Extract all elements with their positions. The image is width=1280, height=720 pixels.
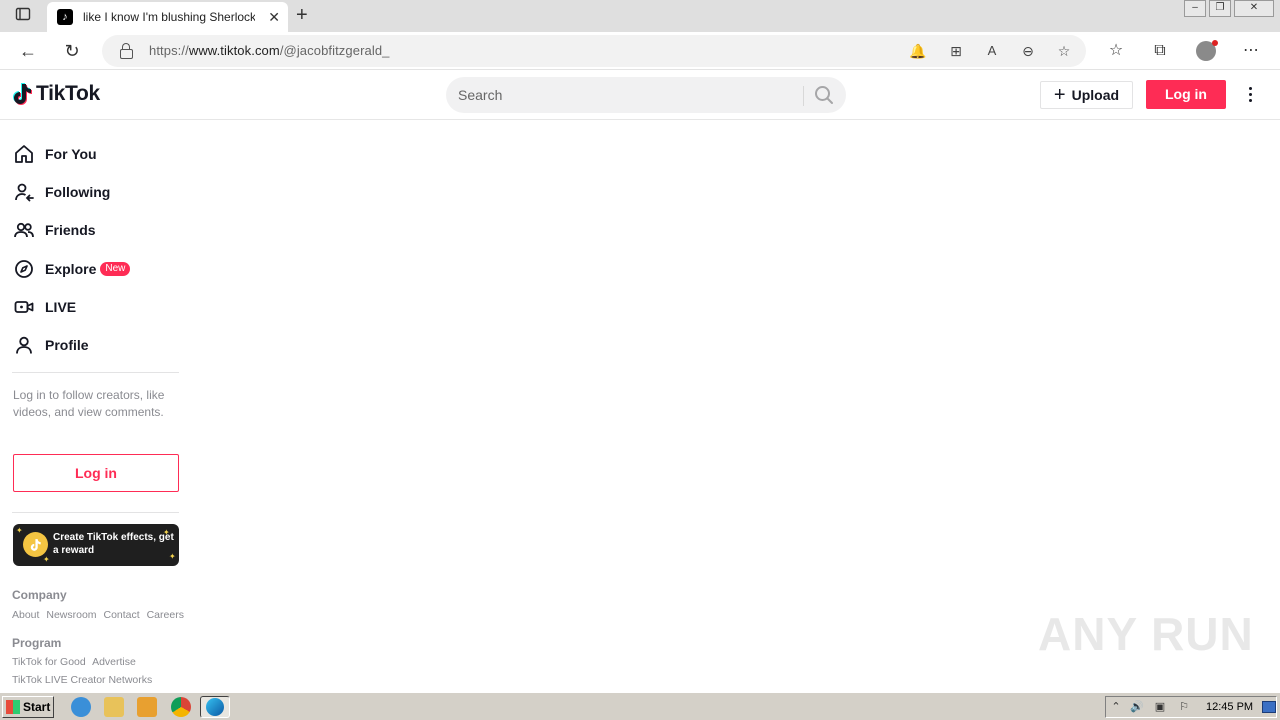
profile-icon (12, 333, 36, 357)
tab-title: like I know I'm blushing Sherlock (83, 10, 255, 24)
upload-button[interactable]: + Upload (1040, 81, 1133, 109)
sidebar-login-button[interactable]: Log in (13, 454, 179, 492)
profile-status-dot (1212, 40, 1218, 46)
refresh-icon[interactable]: ↻ (61, 40, 83, 62)
footer-link-careers[interactable]: Careers (147, 609, 184, 621)
windows-flag-icon (6, 700, 20, 714)
windows-taskbar: Start ⌃ 🔊 ▣ ⚐ 12:45 PM (0, 692, 1280, 720)
media-player-icon[interactable] (137, 697, 157, 717)
notification-blocked-icon[interactable]: 🔔 (909, 42, 927, 60)
live-video-icon (12, 295, 36, 319)
effects-banner-text: Create TikTok effects, get a reward (53, 532, 174, 556)
volume-icon[interactable]: 🔊 (1130, 700, 1144, 714)
start-button[interactable]: Start (2, 696, 54, 718)
create-effects-banner[interactable]: ✦ ✦ ✦ ✦ Create TikTok effects, get a rew… (13, 524, 179, 566)
sidebar-item-label: Profile (45, 337, 89, 353)
internet-explorer-icon[interactable] (71, 697, 91, 717)
new-badge: New (100, 262, 131, 276)
sidebar-item-explore[interactable]: Explore New (12, 254, 131, 284)
footer-program-links-2: TikTok LIVE Creator Networks (12, 674, 156, 686)
footer-company-heading[interactable]: Company (12, 588, 67, 602)
action-center-flag-icon[interactable]: ⚐ (1177, 700, 1191, 714)
footer-company-links: About Newsroom Contact Careers (12, 609, 188, 621)
system-tray: ⌃ 🔊 ▣ ⚐ 12:45 PM (1105, 696, 1277, 718)
footer-link-live-creator-networks[interactable]: TikTok LIVE Creator Networks (12, 674, 152, 686)
tiktok-note-icon (13, 82, 33, 106)
plus-icon: + (1053, 84, 1066, 106)
tiktok-coin-icon (23, 532, 48, 557)
tiktok-logo[interactable]: TikTok (13, 82, 100, 106)
search-input[interactable] (458, 77, 798, 113)
browser-menu-icon[interactable]: ⋯ (1240, 40, 1262, 62)
sidebar-item-label: LIVE (45, 299, 77, 315)
sidebar-divider (12, 372, 179, 373)
edge-taskbar-button[interactable] (200, 696, 230, 718)
logo-text: TikTok (36, 82, 100, 105)
sidebar-item-profile[interactable]: Profile (12, 330, 89, 360)
lock-icon[interactable] (120, 43, 133, 59)
edge-icon (206, 698, 224, 716)
show-desktop-icon[interactable] (1262, 701, 1276, 713)
read-aloud-icon[interactable]: A (983, 42, 1001, 60)
add-favorite-icon[interactable]: ☆ (1055, 42, 1073, 60)
footer-link-contact[interactable]: Contact (103, 609, 139, 621)
friends-icon (12, 218, 36, 242)
sidebar-item-label: Friends (45, 222, 96, 238)
chrome-icon[interactable] (171, 697, 191, 717)
header-login-button[interactable]: Log in (1146, 80, 1226, 109)
favorites-icon[interactable]: ☆ (1105, 40, 1127, 62)
more-options-icon[interactable] (1243, 84, 1257, 106)
browser-tab-active[interactable]: ♪ like I know I'm blushing Sherlock ✕ (47, 2, 288, 32)
following-icon (12, 180, 36, 204)
footer-link-about[interactable]: About (12, 609, 39, 621)
new-tab-icon[interactable]: + (296, 5, 308, 25)
footer-program-heading[interactable]: Program (12, 636, 61, 650)
home-icon (12, 142, 36, 166)
address-bar[interactable]: https://www.tiktok.com/@jacobfitzgerald_… (102, 35, 1086, 67)
sidebar: For You Following Friends Explore New LI… (0, 121, 190, 692)
close-window-button[interactable]: ✕ (1234, 0, 1274, 17)
upload-label: Upload (1071, 87, 1120, 103)
footer-program-links: TikTok for Good Advertise (12, 656, 140, 668)
back-icon[interactable]: ← (17, 40, 39, 62)
zoom-out-icon[interactable]: ⊖ (1019, 42, 1037, 60)
search-icon[interactable] (812, 83, 836, 107)
sparkle-icon: ✦ (16, 526, 23, 535)
anyrun-watermark: ANY RUN (1038, 608, 1254, 660)
file-explorer-icon[interactable] (104, 697, 124, 717)
tab-close-icon[interactable]: ✕ (268, 9, 280, 26)
footer-link-tiktok-for-good[interactable]: TikTok for Good (12, 656, 86, 668)
restore-window-button[interactable]: ❐ (1209, 0, 1231, 17)
sidebar-item-friends[interactable]: Friends (12, 215, 96, 245)
start-label: Start (23, 700, 51, 714)
login-hint-text: Log in to follow creators, like videos, … (13, 388, 165, 419)
compass-icon (12, 257, 36, 281)
footer-link-newsroom[interactable]: Newsroom (46, 609, 96, 621)
taskbar-clock[interactable]: 12:45 PM (1206, 701, 1253, 713)
footer-link-advertise[interactable]: Advertise (92, 656, 136, 668)
search-box (446, 77, 846, 113)
network-icon[interactable]: ▣ (1153, 700, 1167, 714)
browser-tab-strip: ♪ like I know I'm blushing Sherlock ✕ + … (0, 0, 1280, 32)
browser-toolbar: ← ↻ https://www.tiktok.com/@jacobfitzger… (0, 32, 1280, 70)
search-divider (803, 86, 804, 106)
minimize-window-button[interactable]: – (1184, 0, 1206, 17)
sidebar-item-for-you[interactable]: For You (12, 139, 97, 169)
url-text[interactable]: https://www.tiktok.com/@jacobfitzgerald_ (149, 43, 389, 58)
sidebar-item-label: For You (45, 146, 97, 162)
tiktok-header: TikTok + Upload Log in (0, 70, 1280, 120)
tab-actions-icon[interactable] (14, 6, 32, 24)
sparkle-icon: ✦ (43, 555, 50, 564)
sidebar-item-label: Explore (45, 261, 97, 277)
tiktok-favicon-icon: ♪ (57, 9, 73, 25)
sidebar-divider (12, 512, 179, 513)
app-available-icon[interactable]: ⊞ (947, 42, 965, 60)
show-hidden-icons-icon[interactable]: ⌃ (1109, 700, 1123, 714)
sidebar-item-following[interactable]: Following (12, 177, 110, 207)
collections-icon[interactable]: ⧉ (1149, 40, 1171, 62)
sidebar-item-label: Following (45, 184, 111, 200)
sidebar-item-live[interactable]: LIVE (12, 292, 76, 322)
